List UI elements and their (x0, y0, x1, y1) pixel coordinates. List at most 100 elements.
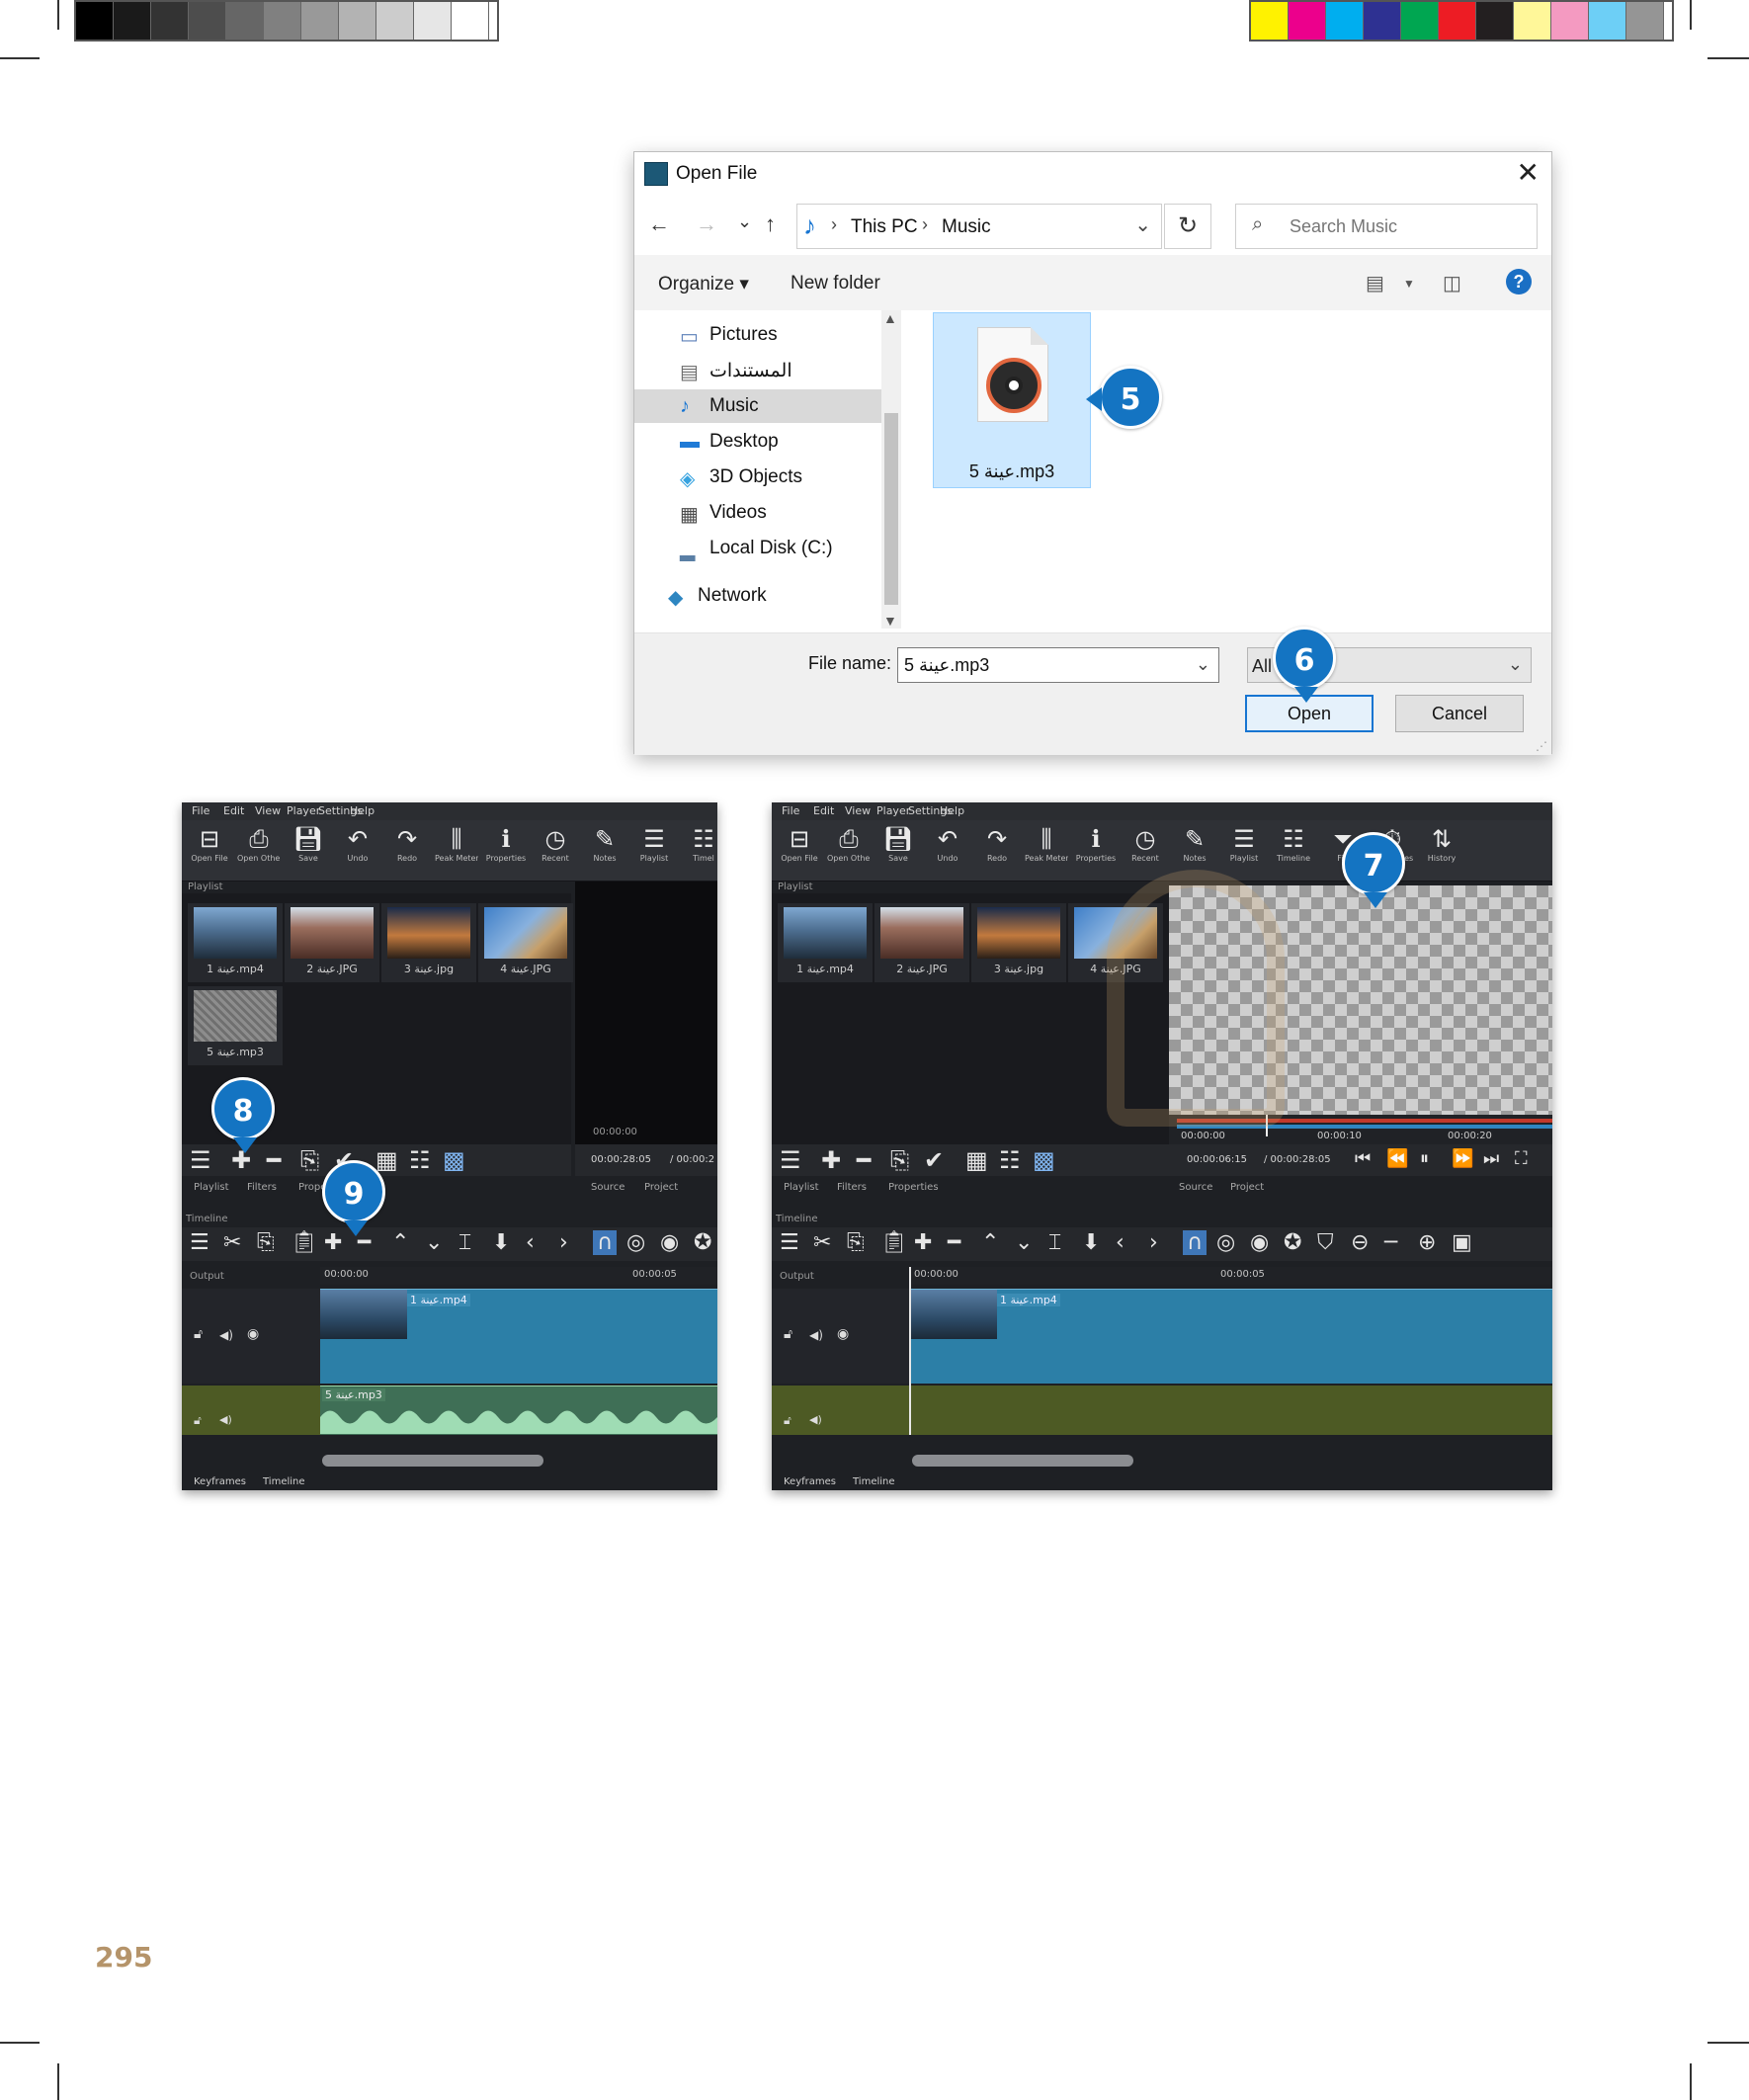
file-name-input[interactable] (902, 652, 1179, 678)
up-arrow-icon[interactable]: ↑ (765, 211, 776, 237)
recent-locations-chevron-icon[interactable]: ⌄ (737, 211, 752, 232)
zoom-out-icon[interactable]: ⊖ (1351, 1230, 1369, 1255)
remove-from-playlist-icon[interactable]: ━ (857, 1146, 871, 1174)
zoom-slider-icon[interactable]: ─ (1384, 1230, 1397, 1255)
tab-project[interactable]: Project (644, 1182, 678, 1193)
timeline-scrollbar[interactable] (912, 1455, 1133, 1467)
lock-icon[interactable]: 🔓︎ (784, 1413, 791, 1428)
breadcrumb-music[interactable]: Music (942, 216, 991, 238)
menu-player[interactable]: Player (287, 804, 320, 817)
tab-filters[interactable]: Filters (247, 1182, 277, 1193)
cut-icon[interactable]: ✂ (813, 1230, 831, 1255)
toolbar-timeline-button[interactable]: ☷ Timeline (1272, 824, 1315, 880)
ripple-all-icon[interactable]: ✪ (694, 1230, 711, 1255)
lock-icon[interactable]: 🔓︎ (784, 1326, 792, 1342)
audio-clip[interactable]: عينة 5.mp3 (320, 1386, 717, 1435)
timeline-ruler[interactable]: 00:00:00 00:00:05 (910, 1267, 1552, 1285)
mute-icon[interactable]: ◀) (219, 1328, 233, 1342)
scrollbar-thumb[interactable] (884, 413, 898, 605)
breadcrumb-this-pc[interactable]: This PC (851, 216, 918, 238)
tab-project[interactable]: Project (1230, 1182, 1264, 1193)
toolbar-history-button[interactable]: ⇅ History (1420, 824, 1463, 880)
view-options-chevron-icon[interactable]: ▼ (1403, 277, 1415, 291)
tab-properties[interactable]: Properties (888, 1182, 939, 1193)
playlist-clip[interactable]: 3 عينة.jpg (381, 903, 476, 982)
marker-icon[interactable]: ⬇ (1082, 1230, 1100, 1255)
tab-playlist[interactable]: Playlist (784, 1182, 819, 1193)
chevron-down-icon[interactable]: ⌄ (1508, 654, 1523, 675)
menu-edit[interactable]: Edit (223, 804, 244, 817)
paste-icon[interactable]: 📋︎ (291, 1230, 318, 1255)
back-arrow-icon[interactable]: ← (648, 211, 670, 237)
nav-item[interactable]: ▭ Pictures (634, 318, 881, 352)
append-icon[interactable]: ✚ (914, 1230, 932, 1255)
prev-marker-icon[interactable]: ‹ (1116, 1230, 1124, 1255)
toolbar-notes-button[interactable]: ✎ Notes (583, 824, 626, 880)
new-folder-button[interactable]: New folder (791, 273, 880, 294)
tab-keyframes[interactable]: Keyframes (194, 1476, 246, 1487)
playlist-clip[interactable]: 1 عينة.mp4 (778, 903, 873, 982)
cut-icon[interactable]: ✂ (223, 1230, 241, 1255)
tab-keyframes[interactable]: Keyframes (784, 1476, 836, 1487)
scroll-up-icon[interactable]: ▲ (883, 310, 897, 326)
skip-next-icon[interactable]: ⏭ (1483, 1148, 1499, 1169)
details-view-icon[interactable]: ▦ (375, 1146, 398, 1174)
scrub-icon[interactable]: ◎ (1216, 1230, 1235, 1255)
toolbar-redo-button[interactable]: ↷ Redo (385, 824, 429, 880)
search-box[interactable]: ⌕ (1235, 204, 1538, 249)
toolbar-recent-button[interactable]: ◷ Recent (534, 824, 577, 880)
lock-icon[interactable]: 🔓︎ (194, 1413, 202, 1428)
toolbar-undo-button[interactable]: ↶ Undo (336, 824, 379, 880)
scroll-down-icon[interactable]: ▼ (883, 613, 897, 629)
close-icon[interactable]: ✕ (1517, 156, 1540, 189)
preview-pane-icon[interactable]: ◫ (1443, 271, 1461, 295)
toolbar-playlist-button[interactable]: ☰ Playlist (1222, 824, 1266, 880)
mute-icon[interactable]: ◀) (809, 1328, 823, 1342)
list-view-icon[interactable]: ☷ (409, 1146, 431, 1174)
menu-edit[interactable]: Edit (813, 804, 834, 817)
append-icon[interactable]: ✚ (324, 1230, 342, 1255)
toolbar-properties-button[interactable]: ℹ Properties (484, 824, 528, 880)
menu-help[interactable]: Help (940, 804, 964, 817)
playlist-clip[interactable]: 2 عينة.JPG (874, 903, 969, 982)
change-view-icon[interactable]: ▤ (1366, 271, 1384, 295)
timeline-ruler[interactable]: 00:00:00 00:00:05 (320, 1267, 717, 1285)
snap-magnet-icon[interactable]: ∩ (593, 1230, 618, 1255)
add-to-playlist-icon[interactable]: ✚ (821, 1146, 841, 1174)
toolbar-save-button[interactable]: 💾︎ Save (287, 824, 330, 880)
file-name-combobox[interactable]: ⌄ (897, 647, 1219, 683)
mute-icon[interactable]: ◀) (219, 1413, 232, 1426)
menu-help[interactable]: Help (350, 804, 375, 817)
toolbar-properties-button[interactable]: ℹ Properties (1074, 824, 1118, 880)
toolbar-open-file-button[interactable]: ⊟ Open File (188, 824, 231, 880)
ripple-all-icon[interactable]: ✪ (1284, 1230, 1301, 1255)
video-clip[interactable]: عينة 1.mp4 (910, 1289, 1552, 1384)
skip-previous-icon[interactable]: ⏮ (1355, 1148, 1371, 1169)
snap-magnet-icon[interactable]: ∩ (1183, 1230, 1208, 1255)
playlist-clip[interactable]: 4 عينة.JPG (478, 903, 573, 982)
toolbar-peak-meter-button[interactable]: ⫼ Peak Meter (435, 824, 478, 880)
refresh-icon[interactable]: ↻ (1164, 204, 1211, 249)
marker-icon[interactable]: ⬇ (492, 1230, 510, 1255)
ripple-icon[interactable]: ◉ (1250, 1230, 1269, 1255)
nav-item[interactable]: ▦ Videos (634, 496, 881, 530)
navigation-scrollbar[interactable]: ▲ ▼ (881, 310, 901, 629)
update-icon[interactable]: ⎘ (890, 1146, 909, 1174)
playlist-clip[interactable]: 1 عينة.mp4 (188, 903, 283, 982)
tab-playlist[interactable]: Playlist (194, 1182, 229, 1193)
nav-item[interactable]: ◆ Network (634, 579, 881, 613)
chevron-down-icon[interactable]: ⌄ (1196, 654, 1210, 675)
eye-icon[interactable]: ◉ (837, 1326, 849, 1342)
nav-item[interactable]: ♪ Music (634, 389, 881, 423)
nav-item[interactable]: ▬ Desktop (634, 425, 881, 459)
playlist-menu-icon[interactable]: ☰ (780, 1146, 801, 1174)
empty-audio-track[interactable] (910, 1386, 1552, 1435)
copy-icon[interactable]: ⎘ (847, 1230, 865, 1255)
timeline-menu-icon[interactable]: ☰ (780, 1230, 799, 1255)
lift-icon[interactable]: ⌃ (391, 1230, 409, 1255)
remove-icon[interactable]: ━ (948, 1230, 960, 1255)
menu-view[interactable]: View (255, 804, 281, 817)
split-icon[interactable]: ⌶ (458, 1230, 471, 1255)
tab-source[interactable]: Source (1179, 1182, 1212, 1193)
zoom-in-icon[interactable]: ⊕ (1418, 1230, 1436, 1255)
